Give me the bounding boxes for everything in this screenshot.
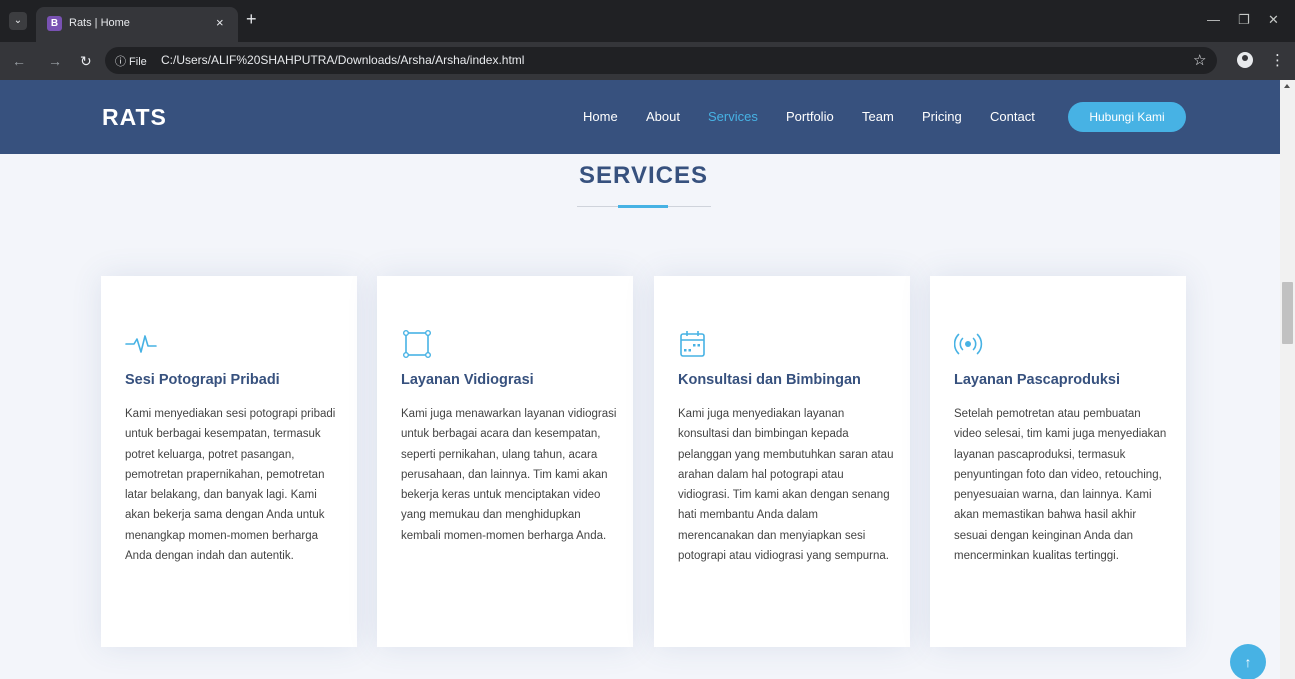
service-card[interactable]: Konsultasi dan Bimbingan Kami juga menye…: [654, 276, 910, 647]
service-card-title[interactable]: Layanan Vidiograsi: [401, 372, 623, 388]
tab-title: Rats | Home: [69, 17, 130, 29]
minimize-icon[interactable]: —: [1207, 12, 1220, 27]
favicon-icon: B: [47, 16, 62, 31]
window-close-icon[interactable]: ✕: [1268, 12, 1279, 28]
nav-contact[interactable]: Contact: [990, 109, 1035, 124]
service-card-text: Kami juga menyediakan layanan konsultasi…: [678, 408, 894, 563]
service-card-title[interactable]: Sesi Potograpi Pribadi: [125, 372, 347, 388]
nav-pricing[interactable]: Pricing: [922, 109, 962, 124]
url-omnibox[interactable]: ⓘ File C:/Users/ALIF%20SHAHPUTRA/Downloa…: [105, 47, 1217, 74]
service-card-title[interactable]: Konsultasi dan Bimbingan: [678, 372, 900, 388]
bookmark-star-icon[interactable]: ☆: [1193, 51, 1206, 69]
browser-tab[interactable]: B Rats | Home ×: [36, 7, 238, 42]
page-viewport: RATS Home About Services Portfolio Team …: [0, 80, 1280, 679]
calendar-icon: [678, 330, 712, 358]
service-card-title[interactable]: Layanan Pascaproduksi: [954, 372, 1176, 388]
service-card-text: Kami menyediakan sesi potograpi pribadi …: [125, 408, 336, 563]
nav-home[interactable]: Home: [583, 109, 618, 124]
scroll-up-arrow-icon[interactable]: [1284, 84, 1290, 88]
scroll-thumb[interactable]: [1282, 282, 1293, 344]
address-bar: ← → ↻ ⓘ File C:/Users/ALIF%20SHAHPUTRA/D…: [0, 42, 1295, 80]
section-title: SERVICES: [579, 162, 708, 189]
nav-portfolio[interactable]: Portfolio: [786, 109, 834, 124]
site-info-chip[interactable]: ⓘ File: [115, 53, 147, 69]
bounding-box-icon: [401, 330, 435, 359]
service-card-text: Kami juga menawarkan layanan vidiograsi …: [401, 408, 617, 542]
back-icon[interactable]: ←: [12, 53, 26, 69]
hubungi-kami-button[interactable]: Hubungi Kami: [1068, 102, 1186, 132]
url-text[interactable]: C:/Users/ALIF%20SHAHPUTRA/Downloads/Arsh…: [161, 53, 524, 67]
nav-services[interactable]: Services: [708, 109, 758, 124]
page-scrollbar[interactable]: [1280, 80, 1295, 679]
broadcast-icon: [953, 330, 988, 358]
nav-team[interactable]: Team: [862, 109, 894, 124]
back-to-top-button[interactable]: ↑: [1230, 644, 1266, 679]
site-header: RATS Home About Services Portfolio Team …: [0, 80, 1280, 154]
title-accent-bar: [618, 205, 668, 208]
site-logo[interactable]: RATS: [102, 104, 167, 131]
activity-icon: [125, 330, 159, 358]
nav-about[interactable]: About: [646, 109, 680, 124]
service-card[interactable]: Layanan Vidiograsi Kami juga menawarkan …: [377, 276, 633, 647]
service-card[interactable]: Sesi Potograpi Pribadi Kami menyediakan …: [101, 276, 357, 647]
service-card[interactable]: Layanan Pascaproduksi Setelah pemotretan…: [930, 276, 1186, 647]
browser-tab-bar: ⌄ B Rats | Home × + — ❐ ✕: [0, 0, 1295, 42]
profile-icon[interactable]: [1237, 52, 1253, 68]
service-card-text: Setelah pemotretan atau pembuatan video …: [954, 408, 1167, 563]
restore-icon[interactable]: ❐: [1238, 12, 1250, 28]
tab-search-chevron-down-icon[interactable]: ⌄: [9, 12, 27, 30]
forward-icon[interactable]: →: [48, 53, 62, 69]
kebab-menu-icon[interactable]: ⋮: [1270, 51, 1285, 69]
tab-close-icon[interactable]: ×: [216, 15, 224, 30]
new-tab-plus-icon[interactable]: +: [246, 10, 257, 28]
reload-icon[interactable]: ↻: [80, 53, 92, 70]
